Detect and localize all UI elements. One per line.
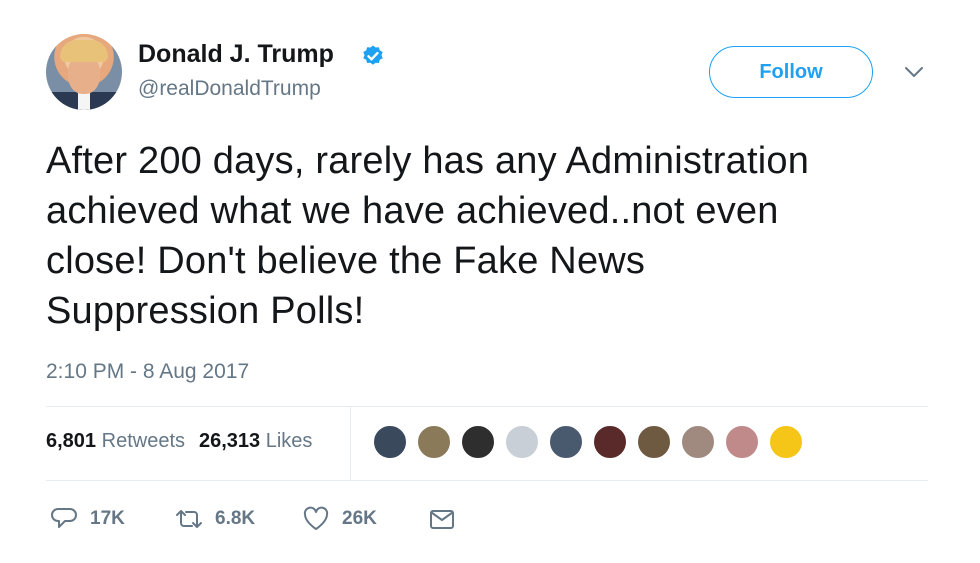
- verified-badge-icon: [363, 45, 383, 65]
- tweet-text-line: achieved what we have achieved..not even: [46, 190, 779, 232]
- retweet-icon: [176, 510, 202, 528]
- direct-message-action[interactable]: [428, 505, 456, 533]
- like-count: 26K: [342, 508, 377, 529]
- divider-bottom: [46, 480, 928, 481]
- liker-avatar[interactable]: [592, 424, 628, 460]
- reply-icon: [51, 508, 77, 528]
- retweets-stat[interactable]: 6,801 Retweets: [46, 430, 185, 452]
- retweet-count: 6.8K: [215, 508, 256, 529]
- avatar-shirt: [78, 92, 90, 110]
- engagement-stats: 6,801 Retweets 26,313 Likes: [46, 430, 312, 453]
- like-action[interactable]: 26K: [302, 505, 377, 533]
- liker-avatar[interactable]: [504, 424, 540, 460]
- liker-avatar[interactable]: [460, 424, 496, 460]
- tweet-text: After 200 days, rarely has any Administr…: [46, 136, 946, 336]
- author-name[interactable]: Donald J. Trump: [138, 40, 334, 69]
- divider-vertical: [350, 406, 351, 480]
- retweets-count: 6,801: [46, 430, 97, 452]
- tweet-text-line: After 200 days, rarely has any Administr…: [46, 140, 810, 182]
- tweet-text-line: close! Don't believe the Fake News: [46, 240, 646, 282]
- chevron-down-icon[interactable]: [903, 64, 925, 80]
- liker-avatar[interactable]: [636, 424, 672, 460]
- likes-stat[interactable]: 26,313 Likes: [199, 430, 312, 452]
- message-icon: [430, 510, 454, 529]
- liker-avatar[interactable]: [372, 424, 408, 460]
- liker-avatar[interactable]: [680, 424, 716, 460]
- author-avatar[interactable]: [46, 34, 122, 110]
- liker-avatar[interactable]: [768, 424, 804, 460]
- reply-action[interactable]: 17K: [50, 505, 125, 533]
- liker-avatar[interactable]: [548, 424, 584, 460]
- follow-button[interactable]: Follow: [709, 46, 873, 98]
- heart-icon: [303, 506, 329, 530]
- author-handle[interactable]: @realDonaldTrump: [138, 77, 321, 101]
- retweet-action[interactable]: 6.8K: [175, 505, 255, 533]
- likes-label: Likes: [265, 430, 313, 452]
- reply-count: 17K: [90, 508, 125, 529]
- liker-avatar[interactable]: [416, 424, 452, 460]
- likes-count: 26,313: [199, 430, 261, 452]
- divider-top: [46, 406, 928, 407]
- retweets-label: Retweets: [101, 430, 185, 452]
- tweet-timestamp[interactable]: 2:10 PM - 8 Aug 2017: [46, 360, 249, 384]
- tweet-text-line: Suppression Polls!: [46, 290, 365, 332]
- avatar-hair: [60, 40, 108, 62]
- liker-avatar[interactable]: [724, 424, 760, 460]
